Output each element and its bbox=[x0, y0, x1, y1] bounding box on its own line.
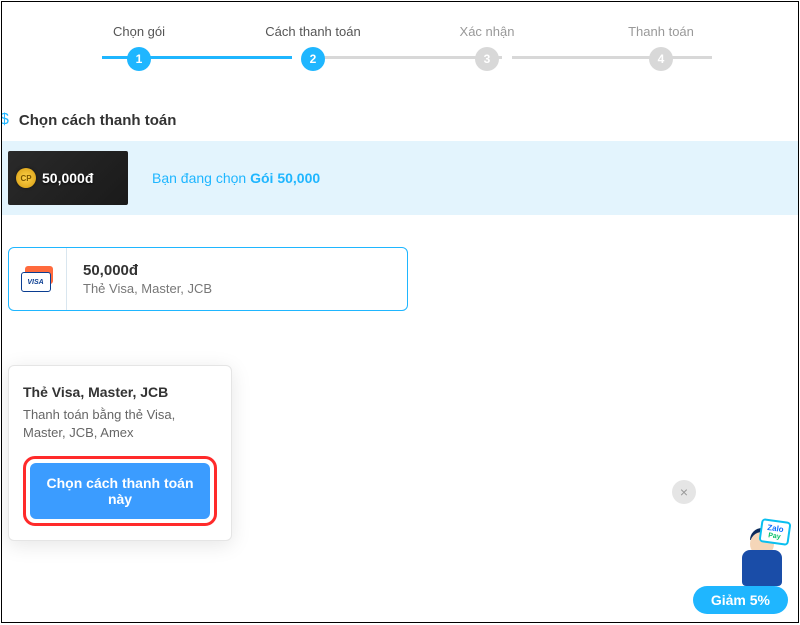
discount-badge[interactable]: Giảm 5% bbox=[693, 586, 788, 614]
package-image: CP 50,000đ bbox=[8, 151, 128, 205]
zalopay-icon: Zalo Pay bbox=[758, 518, 791, 546]
step-number: 4 bbox=[649, 47, 673, 71]
step-connector bbox=[302, 56, 502, 59]
banner-text: Bạn đang chọn Gói 50,000 bbox=[152, 170, 320, 186]
panel-title: Thẻ Visa, Master, JCB bbox=[23, 384, 217, 400]
brand-bot: Pay bbox=[768, 532, 781, 541]
banner-prefix: Bạn đang chọn bbox=[152, 170, 250, 186]
section-title: Chọn cách thanh toán bbox=[19, 112, 177, 129]
step-chon-goi[interactable]: Chọn gói 1 bbox=[52, 24, 226, 71]
step-label: Chọn gói bbox=[52, 24, 226, 39]
cta-highlight: Chọn cách thanh toán này bbox=[23, 456, 217, 526]
payment-amount: 50,000đ bbox=[83, 262, 212, 279]
step-xac-nhan: Xác nhận 3 bbox=[400, 24, 574, 71]
step-label: Cách thanh toán bbox=[226, 24, 400, 39]
payment-confirm-panel: Thẻ Visa, Master, JCB Thanh toán bằng th… bbox=[8, 365, 232, 541]
choose-payment-button[interactable]: Chọn cách thanh toán này bbox=[30, 463, 210, 519]
promo-widget: × Zalo Pay Giảm 5% bbox=[693, 524, 788, 614]
step-thanh-toan: Thanh toán 4 bbox=[574, 24, 748, 71]
step-connector bbox=[512, 56, 712, 59]
selected-package-banner: CP 50,000đ Bạn đang chọn Gói 50,000 bbox=[2, 141, 798, 215]
step-label: Xác nhận bbox=[400, 24, 574, 39]
panel-desc: Thanh toán bằng thẻ Visa, Master, JCB, A… bbox=[23, 406, 217, 442]
section-header: $ Chọn cách thanh toán bbox=[2, 71, 798, 141]
promo-mascot[interactable]: Zalo Pay bbox=[710, 524, 788, 586]
package-price: 50,000đ bbox=[42, 170, 93, 186]
card-info: 50,000đ Thẻ Visa, Master, JCB bbox=[67, 248, 228, 310]
dollar-icon: $ bbox=[1, 111, 9, 129]
card-icon-area: VISA bbox=[9, 248, 67, 310]
banner-package: Gói 50,000 bbox=[250, 170, 320, 186]
checkout-stepper: Chọn gói 1 Cách thanh toán 2 Xác nhận 3 … bbox=[2, 2, 798, 71]
payment-method-card-visa[interactable]: VISA 50,000đ Thẻ Visa, Master, JCB bbox=[8, 247, 408, 311]
step-number: 3 bbox=[475, 47, 499, 71]
step-number: 2 bbox=[301, 47, 325, 71]
step-label: Thanh toán bbox=[574, 24, 748, 39]
payment-desc: Thẻ Visa, Master, JCB bbox=[83, 281, 212, 296]
credit-card-icon: VISA bbox=[21, 266, 55, 292]
step-number: 1 bbox=[127, 47, 151, 71]
coin-icon: CP bbox=[16, 168, 36, 188]
close-icon[interactable]: × bbox=[672, 480, 696, 504]
step-cach-thanh-toan[interactable]: Cách thanh toán 2 bbox=[226, 24, 400, 71]
card-brand-label: VISA bbox=[27, 279, 43, 286]
